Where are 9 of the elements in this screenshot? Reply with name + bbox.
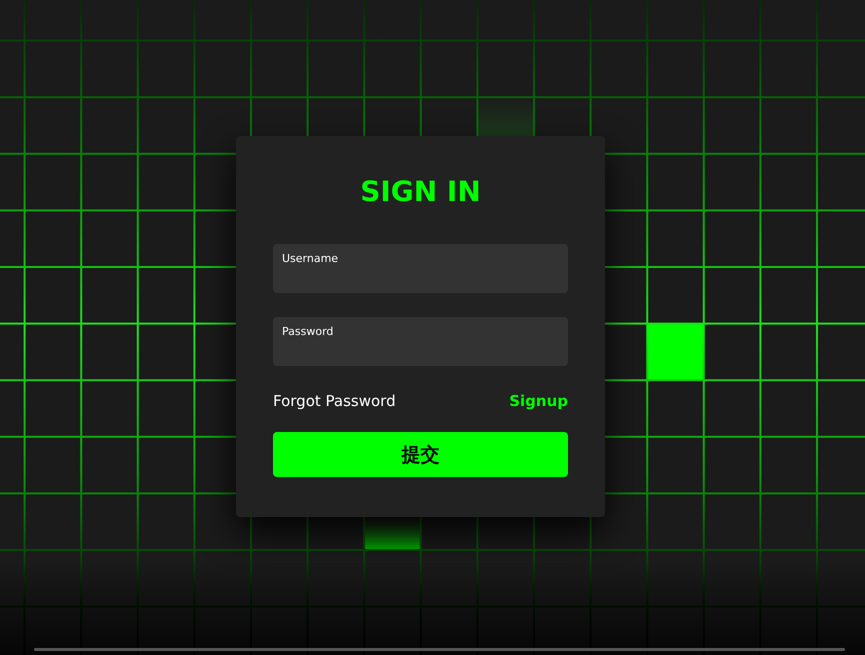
link[interactable]: Forgot Password [273, 391, 396, 411]
field-label: Username [282, 252, 338, 266]
submit-button[interactable]: 提交 [273, 432, 568, 477]
input-field[interactable]: Password [273, 317, 568, 366]
field-label: Password [282, 325, 334, 339]
scrollbar[interactable] [34, 648, 845, 651]
input-field[interactable]: Username [273, 244, 568, 293]
link[interactable]: Signup [509, 391, 568, 411]
form-title: SIGN IN [360, 174, 481, 210]
